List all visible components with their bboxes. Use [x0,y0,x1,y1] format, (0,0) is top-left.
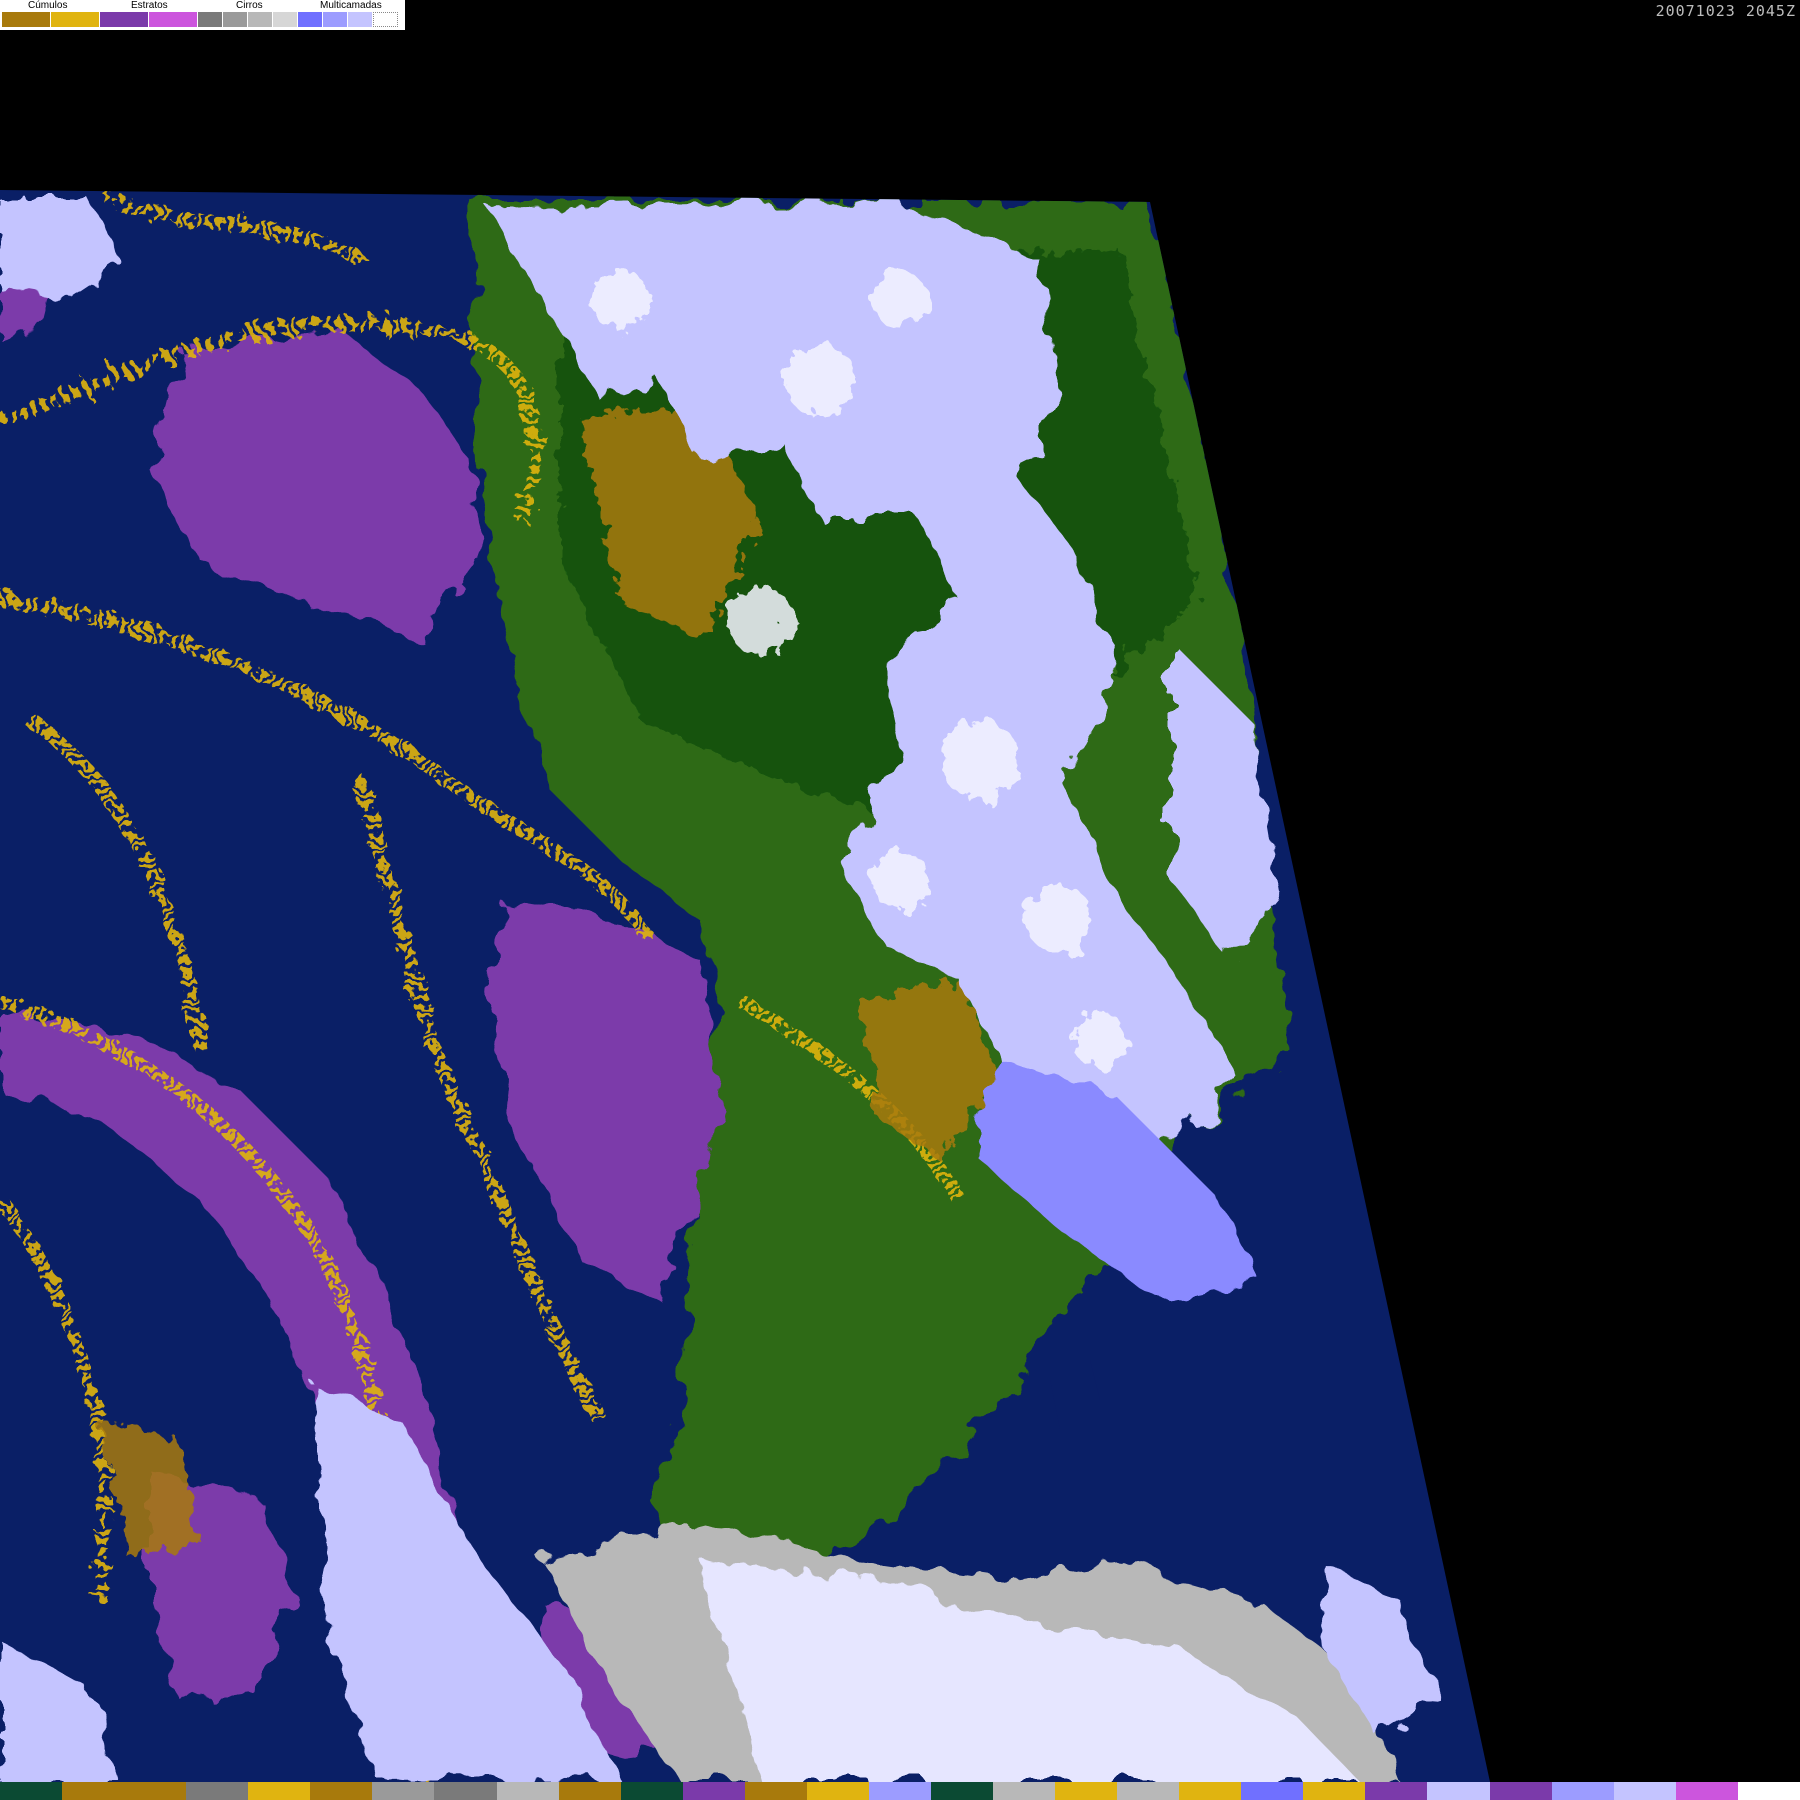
legend-label-cirros: Cirros [236,0,263,11]
strip-swatch [868,1782,931,1800]
strip-swatch [372,1782,435,1800]
strip-swatch [682,1782,745,1800]
legend-swatch [323,12,348,27]
legend-swatch [373,12,398,27]
strip-swatch [1737,1782,1800,1800]
satellite-cloud-map: Cúmulos Estratos Cirros Multicamadas 200… [0,0,1800,1800]
legend-label-estratos: Estratos [131,0,168,11]
legend-label-multicamadas: Multicamadas [320,0,382,11]
cloud-classification-image [0,190,1490,1782]
legend-swatch [198,12,223,27]
legend-label-cumulos: Cúmulos [28,0,68,11]
strip-swatch [1551,1782,1614,1800]
strip-swatch [1303,1782,1366,1800]
strip-swatch [620,1782,683,1800]
strip-swatch [1179,1782,1242,1800]
strip-swatch [1613,1782,1676,1800]
legend-swatch [149,12,198,27]
legend-swatch [100,12,149,27]
strip-swatch [496,1782,559,1800]
strip-swatch [1241,1782,1304,1800]
strip-swatch [1489,1782,1552,1800]
legend-swatches [2,12,398,27]
strip-swatch [186,1782,249,1800]
strip-swatch [1117,1782,1180,1800]
strip-swatch [310,1782,373,1800]
legend-swatch [298,12,323,27]
legend-swatch [348,12,373,27]
legend-swatch [223,12,248,27]
strip-swatch [806,1782,869,1800]
strip-swatch [1365,1782,1428,1800]
legend-swatch [2,12,51,27]
image-timestamp: 20071023 2045Z [1655,2,1796,20]
strip-swatch [124,1782,187,1800]
strip-swatch [744,1782,807,1800]
legend-swatch [273,12,298,27]
cloud-type-legend: Cúmulos Estratos Cirros Multicamadas [0,0,405,30]
strip-swatch [1055,1782,1118,1800]
bottom-color-strip [0,1782,1800,1800]
strip-swatch [62,1782,125,1800]
strip-swatch [993,1782,1056,1800]
strip-swatch [930,1782,993,1800]
legend-swatch [51,12,100,27]
strip-swatch [434,1782,497,1800]
legend-swatch [248,12,273,27]
strip-swatch [1427,1782,1490,1800]
strip-swatch [0,1782,63,1800]
strip-swatch [1675,1782,1738,1800]
strip-swatch [248,1782,311,1800]
strip-swatch [558,1782,621,1800]
